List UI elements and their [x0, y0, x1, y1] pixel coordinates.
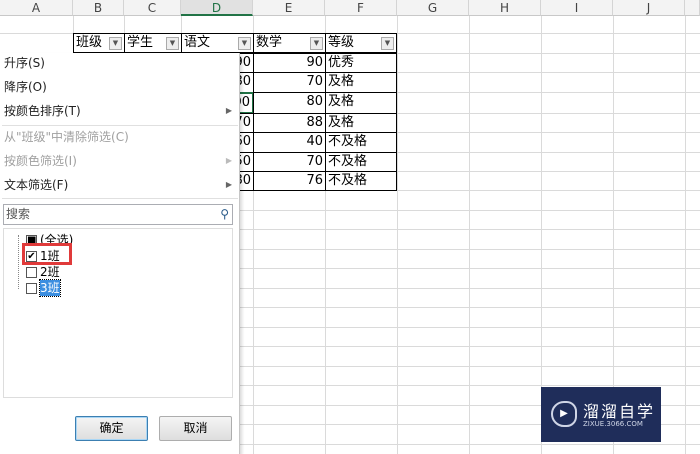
- filter-item-class2[interactable]: 2班: [26, 264, 60, 280]
- cell-math[interactable]: 90: [253, 53, 326, 73]
- submenu-arrow-icon: ▶: [225, 156, 232, 165]
- submenu-arrow-icon: ▶: [225, 106, 232, 115]
- col-header-k[interactable]: [685, 0, 700, 16]
- header-label: 等级: [328, 35, 355, 50]
- header-cell-chinese[interactable]: 语文 ▼: [181, 33, 254, 53]
- search-placeholder: 搜索: [6, 207, 31, 221]
- cell-grade[interactable]: 优秀: [325, 53, 397, 73]
- menu-separator: [2, 198, 238, 199]
- menu-sort-by-color[interactable]: 按颜色排序(T) ▶: [4, 100, 236, 122]
- item-label: 3班: [39, 279, 61, 297]
- cell-math[interactable]: 80: [253, 92, 326, 114]
- cell-grade[interactable]: 及格: [325, 72, 397, 93]
- menu-sort-descending[interactable]: 降序(O): [4, 76, 236, 98]
- menu-label: 按颜色排序(T): [4, 104, 81, 118]
- col-header-d[interactable]: D: [181, 0, 253, 16]
- filter-dropdown-icon[interactable]: ▼: [238, 37, 251, 50]
- header-cell-grade[interactable]: 等级 ▼: [325, 33, 397, 53]
- menu-label: 文本筛选(F): [4, 178, 69, 192]
- search-icon: ⚲: [220, 207, 229, 221]
- ok-button[interactable]: 确定: [75, 416, 148, 441]
- header-cell-student[interactable]: 学生 ▼: [124, 33, 182, 53]
- menu-filter-by-color: 按颜色筛选(I) ▶: [4, 150, 236, 172]
- cell-math[interactable]: 76: [253, 171, 326, 191]
- checkbox-unchecked[interactable]: [26, 282, 37, 294]
- filter-search-input[interactable]: 搜索 ⚲: [3, 204, 233, 225]
- col-header-c[interactable]: C: [124, 0, 181, 16]
- cell-grade[interactable]: 不及格: [325, 132, 397, 153]
- watermark-brand: 溜溜自学: [583, 402, 656, 421]
- filter-item-class3[interactable]: 3班: [26, 279, 61, 297]
- filter-dropdown-icon[interactable]: ▼: [310, 37, 323, 50]
- item-label: 2班: [40, 265, 60, 279]
- cell-math[interactable]: 70: [253, 152, 326, 172]
- filter-dropdown-icon[interactable]: ▼: [166, 37, 179, 50]
- header-label: 学生: [127, 35, 154, 50]
- tree-line: [18, 235, 19, 289]
- cell-math[interactable]: 70: [253, 72, 326, 93]
- col-header-f[interactable]: F: [325, 0, 397, 16]
- cell-grade[interactable]: 不及格: [325, 171, 397, 191]
- play-icon: ▶: [551, 401, 577, 427]
- menu-sort-ascending[interactable]: 升序(S): [4, 52, 236, 74]
- col-header-g[interactable]: G: [397, 0, 469, 16]
- header-cell-math[interactable]: 数学 ▼: [253, 33, 326, 53]
- cell-grade[interactable]: 不及格: [325, 152, 397, 172]
- col-header-a[interactable]: A: [0, 0, 73, 16]
- cell-math[interactable]: 88: [253, 113, 326, 133]
- col-header-b[interactable]: B: [73, 0, 124, 16]
- col-header-e[interactable]: E: [253, 0, 325, 16]
- menu-label: 按颜色筛选(I): [4, 154, 77, 168]
- menu-text-filter[interactable]: 文本筛选(F) ▶: [4, 174, 236, 196]
- header-label: 数学: [256, 35, 283, 50]
- cell-grade[interactable]: 及格: [325, 92, 397, 114]
- highlight-box: [22, 243, 72, 265]
- watermark-url: ZIXUE.3066.COM: [583, 420, 643, 428]
- header-label: 班级: [76, 35, 103, 50]
- cancel-button[interactable]: 取消: [159, 416, 232, 441]
- watermark-logo: ▶ 溜溜自学 ZIXUE.3066.COM: [541, 387, 661, 442]
- menu-clear-filter: 从"班级"中清除筛选(C): [4, 130, 129, 144]
- filter-dropdown-icon[interactable]: ▼: [109, 37, 122, 50]
- submenu-arrow-icon: ▶: [225, 180, 232, 189]
- checkbox-unchecked[interactable]: [26, 266, 37, 278]
- header-label: 语文: [184, 35, 211, 50]
- filter-value-list: ■ (全选) ✔ 1班 2班 3班: [3, 228, 233, 398]
- col-header-i[interactable]: I: [541, 0, 613, 16]
- filter-dropdown-menu: 升序(S) 降序(O) 按颜色排序(T) ▶ 从"班级"中清除筛选(C) 按颜色筛…: [0, 53, 240, 454]
- col-header-j[interactable]: J: [613, 0, 685, 16]
- header-cell-class[interactable]: 班级 ▼: [73, 33, 125, 53]
- filter-dropdown-icon[interactable]: ▼: [381, 37, 394, 50]
- col-header-h[interactable]: H: [469, 0, 541, 16]
- cell-grade[interactable]: 及格: [325, 113, 397, 133]
- cell-math[interactable]: 40: [253, 132, 326, 153]
